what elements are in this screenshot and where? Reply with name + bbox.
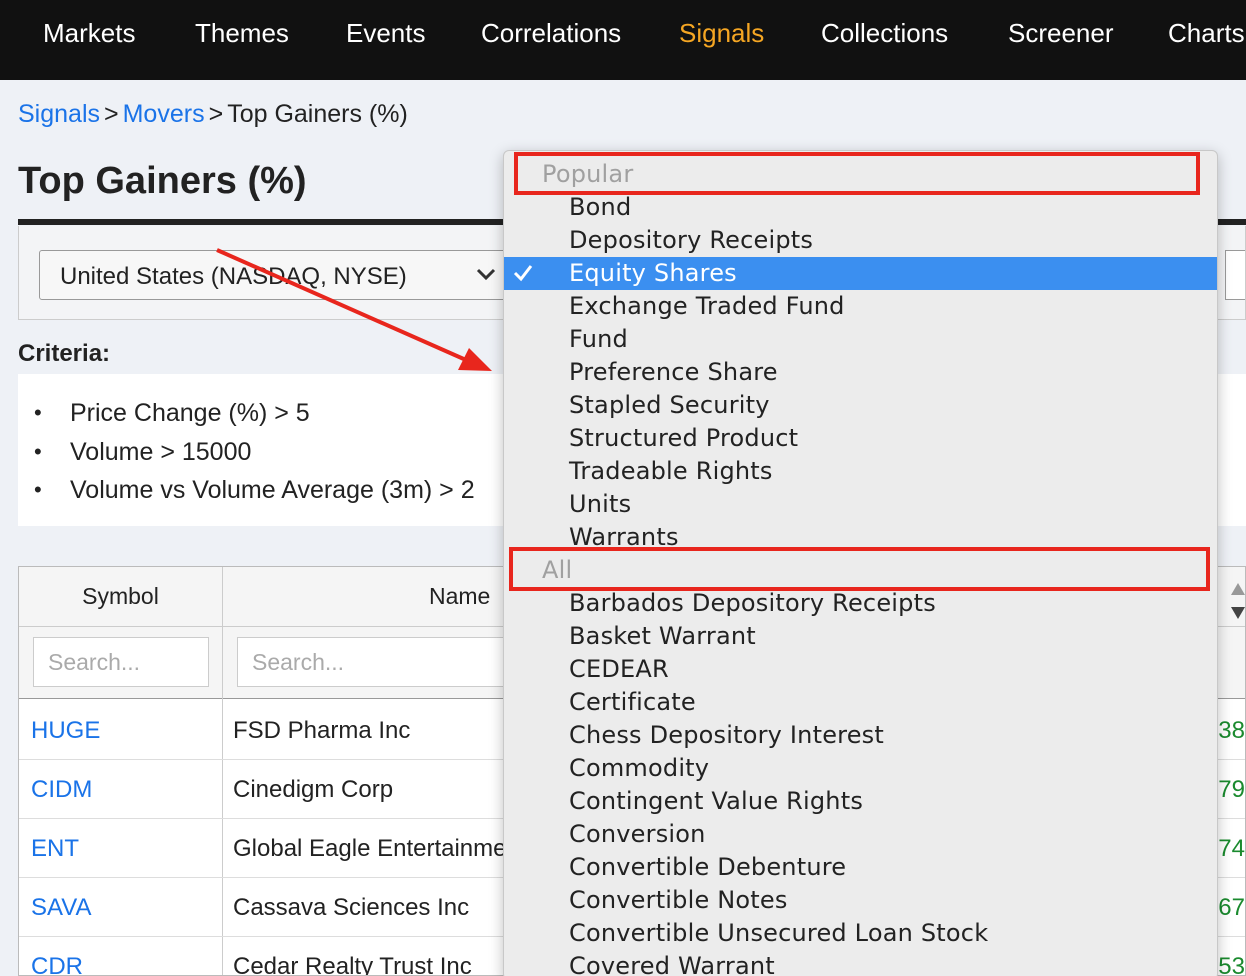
column-header-symbol[interactable]: Symbol <box>19 567 223 627</box>
dropdown-option[interactable]: Depository Receipts <box>504 224 1217 257</box>
criteria-label: Criteria: <box>18 340 111 367</box>
row-value: 74 <box>1218 835 1245 862</box>
secondary-select[interactable] <box>1225 250 1245 300</box>
breadcrumb-separator: > <box>104 100 119 128</box>
nav-charts[interactable]: Charts <box>1168 18 1245 49</box>
row-value: 53 <box>1218 953 1245 976</box>
nav-events[interactable]: Events <box>346 18 426 49</box>
dropdown-option-selected[interactable]: Equity Shares <box>504 257 1217 290</box>
dropdown-option[interactable]: Basket Warrant <box>504 620 1217 653</box>
dropdown-option[interactable]: CEDEAR <box>504 653 1217 686</box>
dropdown-option[interactable]: Convertible Unsecured Loan Stock <box>504 917 1217 950</box>
dropdown-option[interactable]: Bond <box>504 191 1217 224</box>
breadcrumb-current: Top Gainers (%) <box>227 100 408 128</box>
row-symbol-link[interactable]: ENT <box>31 835 79 863</box>
row-symbol-link[interactable]: CIDM <box>31 776 92 804</box>
dropdown-option[interactable]: Preference Share <box>504 356 1217 389</box>
nav-markets[interactable]: Markets <box>43 18 135 49</box>
nav-correlations[interactable]: Correlations <box>481 18 621 49</box>
breadcrumb: Signals > Movers > Top Gainers (%) <box>18 100 408 129</box>
sort-icon[interactable] <box>1231 581 1245 621</box>
dropdown-option-label: Equity Shares <box>569 259 737 287</box>
row-value: 67 <box>1218 894 1245 921</box>
page-title: Top Gainers (%) <box>18 160 307 202</box>
breadcrumb-signals-link[interactable]: Signals <box>18 100 100 128</box>
row-value: 38 <box>1218 717 1245 744</box>
market-select-value: United States (NASDAQ, NYSE) <box>60 263 407 290</box>
breadcrumb-movers-link[interactable]: Movers <box>123 100 205 128</box>
row-value: 79 <box>1218 776 1245 803</box>
annotation-box-popular <box>514 152 1200 195</box>
row-name: Cedar Realty Trust Inc <box>233 953 472 976</box>
dropdown-option[interactable]: Covered Warrant <box>504 950 1217 976</box>
row-name: Global Eagle Entertainment <box>233 835 527 862</box>
row-symbol-link[interactable]: CDR <box>31 953 83 975</box>
nav-signals[interactable]: Signals <box>679 18 764 49</box>
row-name: Cinedigm Corp <box>233 776 394 803</box>
dropdown-option[interactable]: Certificate <box>504 686 1217 719</box>
nav-screener[interactable]: Screener <box>1008 18 1114 49</box>
dropdown-option[interactable]: Chess Depository Interest <box>504 719 1217 752</box>
dropdown-option[interactable]: Tradeable Rights <box>504 455 1217 488</box>
row-symbol-link[interactable]: HUGE <box>31 717 100 745</box>
nav-themes[interactable]: Themes <box>195 18 289 49</box>
nav-collections[interactable]: Collections <box>821 18 948 49</box>
annotation-box-all <box>509 547 1210 591</box>
dropdown-option[interactable]: Fund <box>504 323 1217 356</box>
dropdown-option[interactable]: Convertible Notes <box>504 884 1217 917</box>
dropdown-option[interactable]: Convertible Debenture <box>504 851 1217 884</box>
dropdown-option[interactable]: Units <box>504 488 1217 521</box>
dropdown-option[interactable]: Contingent Value Rights <box>504 785 1217 818</box>
chevron-down-icon <box>476 268 496 281</box>
dropdown-option[interactable]: Structured Product <box>504 422 1217 455</box>
row-name: FSD Pharma Inc <box>233 717 411 744</box>
name-search-input[interactable] <box>237 637 537 687</box>
checkmark-icon <box>513 265 533 282</box>
dropdown-option[interactable]: Stapled Security <box>504 389 1217 422</box>
symbol-search-input[interactable] <box>33 637 209 687</box>
dropdown-option[interactable]: Exchange Traded Fund <box>504 290 1217 323</box>
dropdown-option[interactable]: Commodity <box>504 752 1217 785</box>
top-navigation: Markets Themes Events Correlations Signa… <box>0 0 1246 80</box>
dropdown-option[interactable]: Conversion <box>504 818 1217 851</box>
row-symbol-link[interactable]: SAVA <box>31 894 91 922</box>
market-select[interactable]: United States (NASDAQ, NYSE) <box>39 250 509 300</box>
breadcrumb-separator: > <box>208 100 224 128</box>
row-name: Cassava Sciences Inc <box>233 894 470 921</box>
dropdown-option[interactable]: Barbados Depository Receipts <box>504 587 1217 620</box>
